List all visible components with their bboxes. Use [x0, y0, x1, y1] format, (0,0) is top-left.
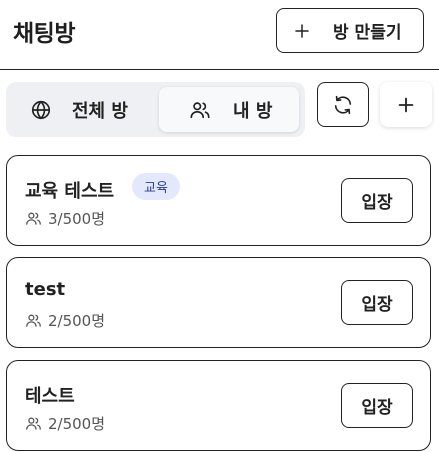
room-card[interactable]: 교육 테스트 교육 3/500명 입장: [6, 155, 431, 246]
room-card[interactable]: 테스트 2/500명 입장: [6, 360, 431, 451]
users-icon: [26, 314, 41, 327]
room-name: 교육 테스트: [25, 181, 115, 202]
room-member-count: 2/500명: [25, 413, 105, 434]
tab-all-rooms[interactable]: 전체 방: [12, 87, 158, 132]
create-room-button[interactable]: 방 만들기: [276, 8, 424, 53]
plus-icon: [398, 97, 414, 112]
users-icon: [26, 212, 41, 225]
tab-my-rooms[interactable]: 내 방: [159, 87, 299, 132]
globe-icon: [31, 100, 51, 119]
room-member-count: 3/500명: [25, 208, 105, 229]
tab-my-rooms-label: 내 방: [233, 100, 273, 122]
users-icon: [26, 417, 41, 430]
enter-room-button[interactable]: 입장: [341, 178, 413, 223]
users-icon: [190, 101, 210, 118]
room-name: test: [25, 279, 66, 300]
header: 채팅방 방 만들기: [0, 0, 439, 70]
room-member-count-text: 3/500명: [48, 210, 106, 228]
create-room-label: 방 만들기: [333, 23, 402, 43]
plus-icon: [295, 23, 309, 38]
refresh-button[interactable]: [317, 82, 369, 127]
room-filter-tabs: 전체 방 내 방: [6, 82, 305, 137]
enter-room-button[interactable]: 입장: [341, 383, 413, 428]
room-member-count-text: 2/500명: [48, 415, 106, 433]
room-card[interactable]: test 2/500명 입장: [6, 257, 431, 348]
page-title: 채팅방: [13, 21, 75, 47]
room-member-count-text: 2/500명: [48, 312, 106, 330]
add-button[interactable]: [380, 82, 432, 127]
enter-room-button[interactable]: 입장: [341, 280, 413, 325]
refresh-icon: [334, 95, 352, 114]
room-member-count: 2/500명: [25, 310, 105, 331]
room-name: 테스트: [25, 386, 75, 407]
room-category-badge: 교육: [132, 173, 180, 200]
tab-all-rooms-label: 전체 방: [72, 100, 128, 122]
